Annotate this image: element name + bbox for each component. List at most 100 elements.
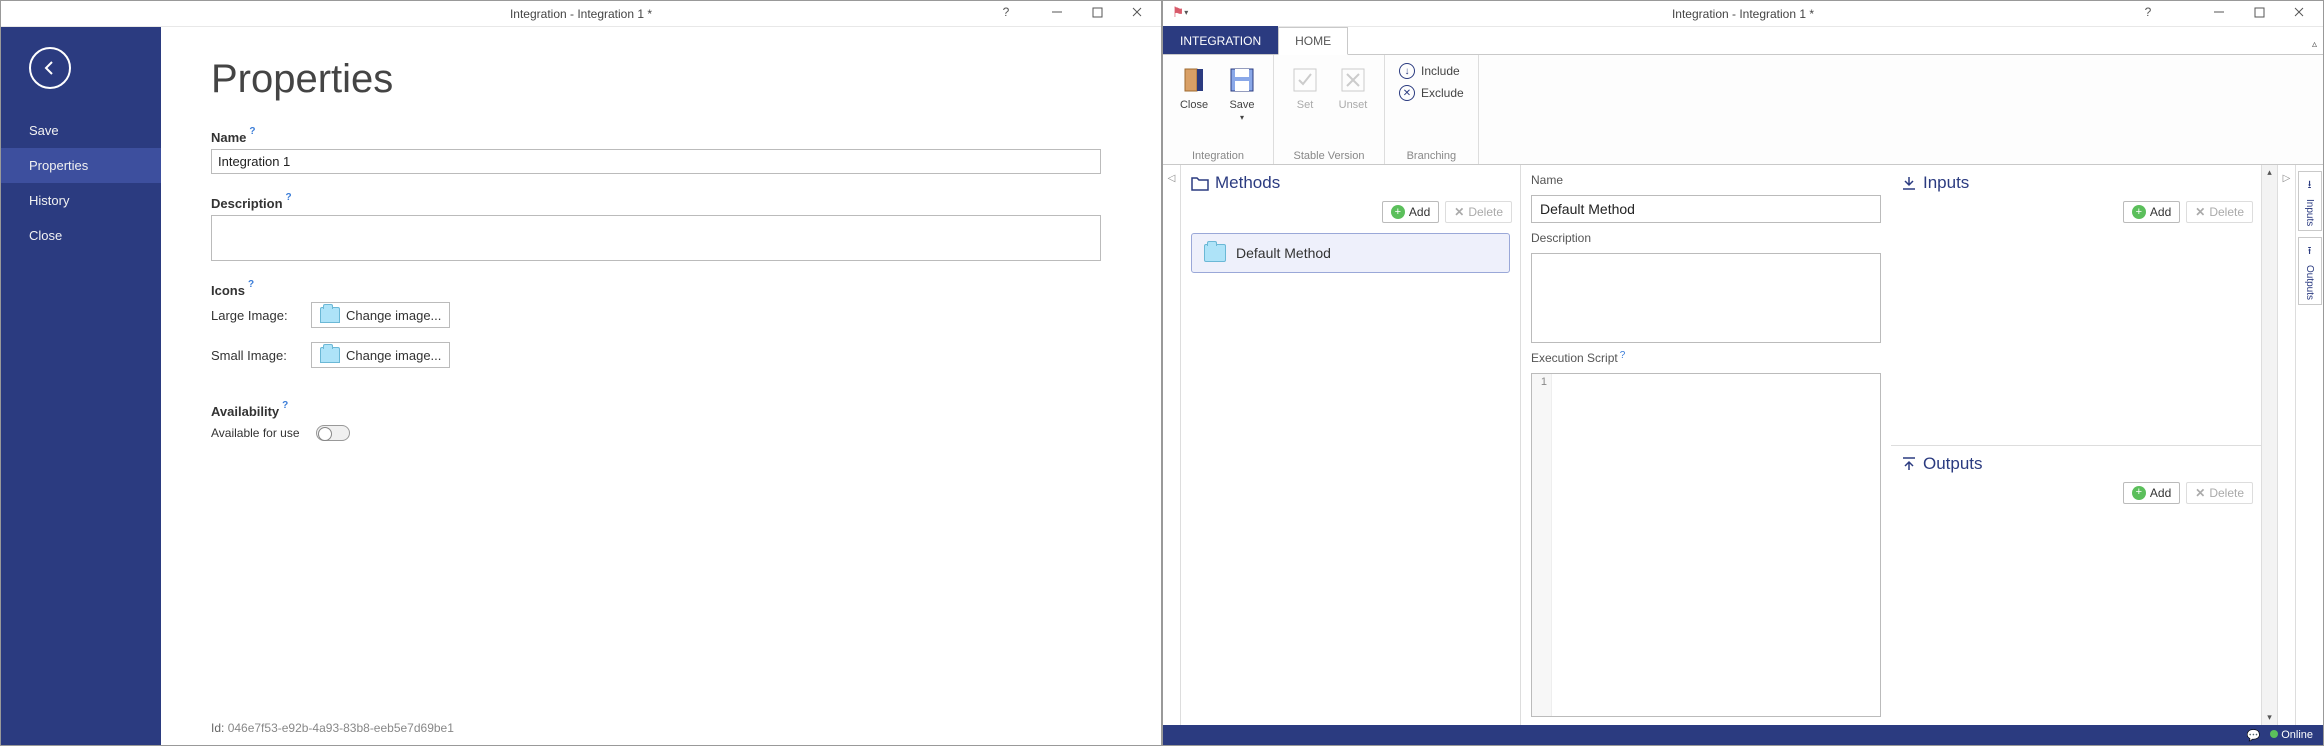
change-small-image-button[interactable]: Change image...	[311, 342, 450, 368]
line-number: 1	[1532, 374, 1552, 716]
availability-label: Availability?	[211, 404, 1101, 419]
help-button[interactable]: ?	[991, 1, 1021, 23]
exec-script-label: Execution Script?	[1531, 351, 1881, 365]
page-title: Properties	[211, 57, 1101, 102]
help-icon[interactable]: ?	[249, 126, 255, 137]
back-button[interactable]	[29, 47, 71, 89]
methods-pane: Methods +Add ✕Delete Default Method	[1181, 165, 1521, 725]
method-name-input[interactable]	[1531, 195, 1881, 223]
description-label: Description?	[211, 196, 1101, 211]
status-bar: 💬 Online	[1163, 725, 2323, 745]
close-button[interactable]	[2279, 1, 2319, 23]
tab-home[interactable]: HOME	[1278, 27, 1348, 55]
image-icon	[320, 347, 340, 363]
online-status: Online	[2281, 729, 2313, 741]
save-ribbon-button[interactable]: Save ▾	[1221, 61, 1263, 124]
delete-method-button[interactable]: ✕Delete	[1445, 201, 1512, 223]
image-icon	[320, 307, 340, 323]
vertical-scrollbar[interactable]: ▴ ▾	[2261, 165, 2277, 725]
include-icon: ↓	[1399, 63, 1415, 79]
help-icon[interactable]: ?	[286, 192, 292, 203]
close-ribbon-button[interactable]: Close	[1173, 61, 1215, 113]
side-tabs: ⭳ Inputs ⭱ Outputs	[2295, 165, 2323, 725]
ribbon-group-stable: Set Unset Stable Version	[1274, 55, 1385, 164]
x-icon: ✕	[2195, 205, 2205, 219]
help-icon[interactable]: ?	[1620, 350, 1626, 361]
side-tab-outputs[interactable]: ⭱ Outputs	[2298, 237, 2322, 305]
ribbon-group-branching: ↓ Include ✕ Exclude Branching	[1385, 55, 1479, 164]
description-label: Description	[1531, 231, 1881, 245]
close-button[interactable]	[1117, 1, 1157, 23]
add-output-button[interactable]: +Add	[2123, 482, 2180, 504]
properties-window: Integration - Integration 1 * ? Save Pro…	[0, 0, 1162, 746]
delete-output-button[interactable]: ✕Delete	[2186, 482, 2253, 504]
x-icon: ✕	[1454, 205, 1464, 219]
backstage-sidebar: Save Properties History Close	[1, 27, 161, 745]
delete-input-button[interactable]: ✕Delete	[2186, 201, 2253, 223]
method-item[interactable]: Default Method	[1191, 233, 1510, 273]
tab-integration[interactable]: INTEGRATION	[1163, 26, 1278, 54]
titlebar: Integration - Integration 1 * ?	[1, 1, 1161, 27]
sidebar-item-properties[interactable]: Properties	[1, 148, 161, 183]
set-button[interactable]: Set	[1284, 61, 1326, 113]
io-pane: Inputs +Add ✕Delete Outputs +Add ✕Delete	[1891, 165, 2261, 725]
icons-label: Icons?	[211, 283, 1101, 298]
collapse-right-handle[interactable]: ▷	[2277, 165, 2295, 725]
workarea: ◁ Methods +Add ✕Delete Default Method Na…	[1163, 165, 2323, 725]
method-detail-pane: Name Description Execution Script? 1	[1521, 165, 1891, 725]
plus-icon: +	[2132, 486, 2146, 500]
editor-window: ⚑▾ Integration - Integration 1 * ? INTEG…	[1162, 0, 2324, 746]
sidebar-item-save[interactable]: Save	[1, 113, 161, 148]
help-icon[interactable]: ?	[248, 279, 254, 290]
window-title: Integration - Integration 1 *	[1672, 7, 1814, 21]
add-method-button[interactable]: +Add	[1382, 201, 1439, 223]
name-label: Name?	[211, 130, 1101, 145]
help-button[interactable]: ?	[2133, 1, 2163, 23]
help-icon[interactable]: ?	[282, 400, 288, 411]
name-label: Name	[1531, 173, 1881, 187]
properties-content: Properties Name? Description? Icons? Lar…	[161, 27, 1161, 745]
exclude-button[interactable]: ✕ Exclude	[1399, 85, 1464, 101]
minimize-button[interactable]	[1037, 1, 1077, 23]
inputs-heading: Inputs	[1891, 165, 2261, 197]
side-tab-inputs[interactable]: ⭳ Inputs	[2298, 171, 2322, 231]
maximize-button[interactable]	[1077, 1, 1117, 23]
unset-button[interactable]: Unset	[1332, 61, 1374, 113]
door-icon	[1177, 63, 1211, 97]
folder-icon	[1191, 175, 1209, 191]
inputs-icon: ⭳	[2308, 176, 2312, 195]
collapse-ribbon-icon[interactable]: ▵	[2312, 39, 2317, 50]
collapse-left-handle[interactable]: ◁	[1163, 165, 1181, 725]
inputs-icon	[1901, 175, 1917, 191]
ribbon-tabstrip: INTEGRATION HOME ▵	[1163, 27, 2323, 55]
x-icon	[1336, 63, 1370, 97]
window-title: Integration - Integration 1 *	[510, 7, 652, 21]
large-image-label: Large Image:	[211, 308, 301, 323]
change-large-image-button[interactable]: Change image...	[311, 302, 450, 328]
description-input[interactable]	[211, 215, 1101, 261]
include-button[interactable]: ↓ Include	[1399, 63, 1464, 79]
sidebar-item-close[interactable]: Close	[1, 218, 161, 253]
plus-icon: +	[1391, 205, 1405, 219]
name-input[interactable]	[211, 149, 1101, 174]
id-footer: Id: 046e7f53-e92b-4a93-83b8-eeb5e7d69be1	[211, 721, 1101, 735]
available-toggle[interactable]	[316, 425, 350, 441]
outputs-icon	[1901, 456, 1917, 472]
add-input-button[interactable]: +Add	[2123, 201, 2180, 223]
sidebar-item-history[interactable]: History	[1, 183, 161, 218]
method-icon	[1204, 244, 1226, 262]
execution-script-editor[interactable]: 1	[1531, 373, 1881, 717]
outputs-heading: Outputs	[1891, 445, 2261, 478]
status-dot-icon	[2270, 730, 2278, 738]
chevron-down-icon: ▾	[1240, 113, 1244, 122]
x-icon: ✕	[2195, 486, 2205, 500]
minimize-button[interactable]	[2199, 1, 2239, 23]
group-label: Branching	[1407, 150, 1457, 162]
ribbon: Close Save ▾ Integration Set	[1163, 55, 2323, 165]
maximize-button[interactable]	[2239, 1, 2279, 23]
chat-icon[interactable]: 💬	[2246, 729, 2260, 742]
methods-heading: Methods	[1181, 165, 1520, 197]
available-toggle-label: Available for use	[211, 426, 300, 440]
titlebar: ⚑▾ Integration - Integration 1 * ?	[1163, 1, 2323, 27]
method-description-input[interactable]	[1531, 253, 1881, 343]
